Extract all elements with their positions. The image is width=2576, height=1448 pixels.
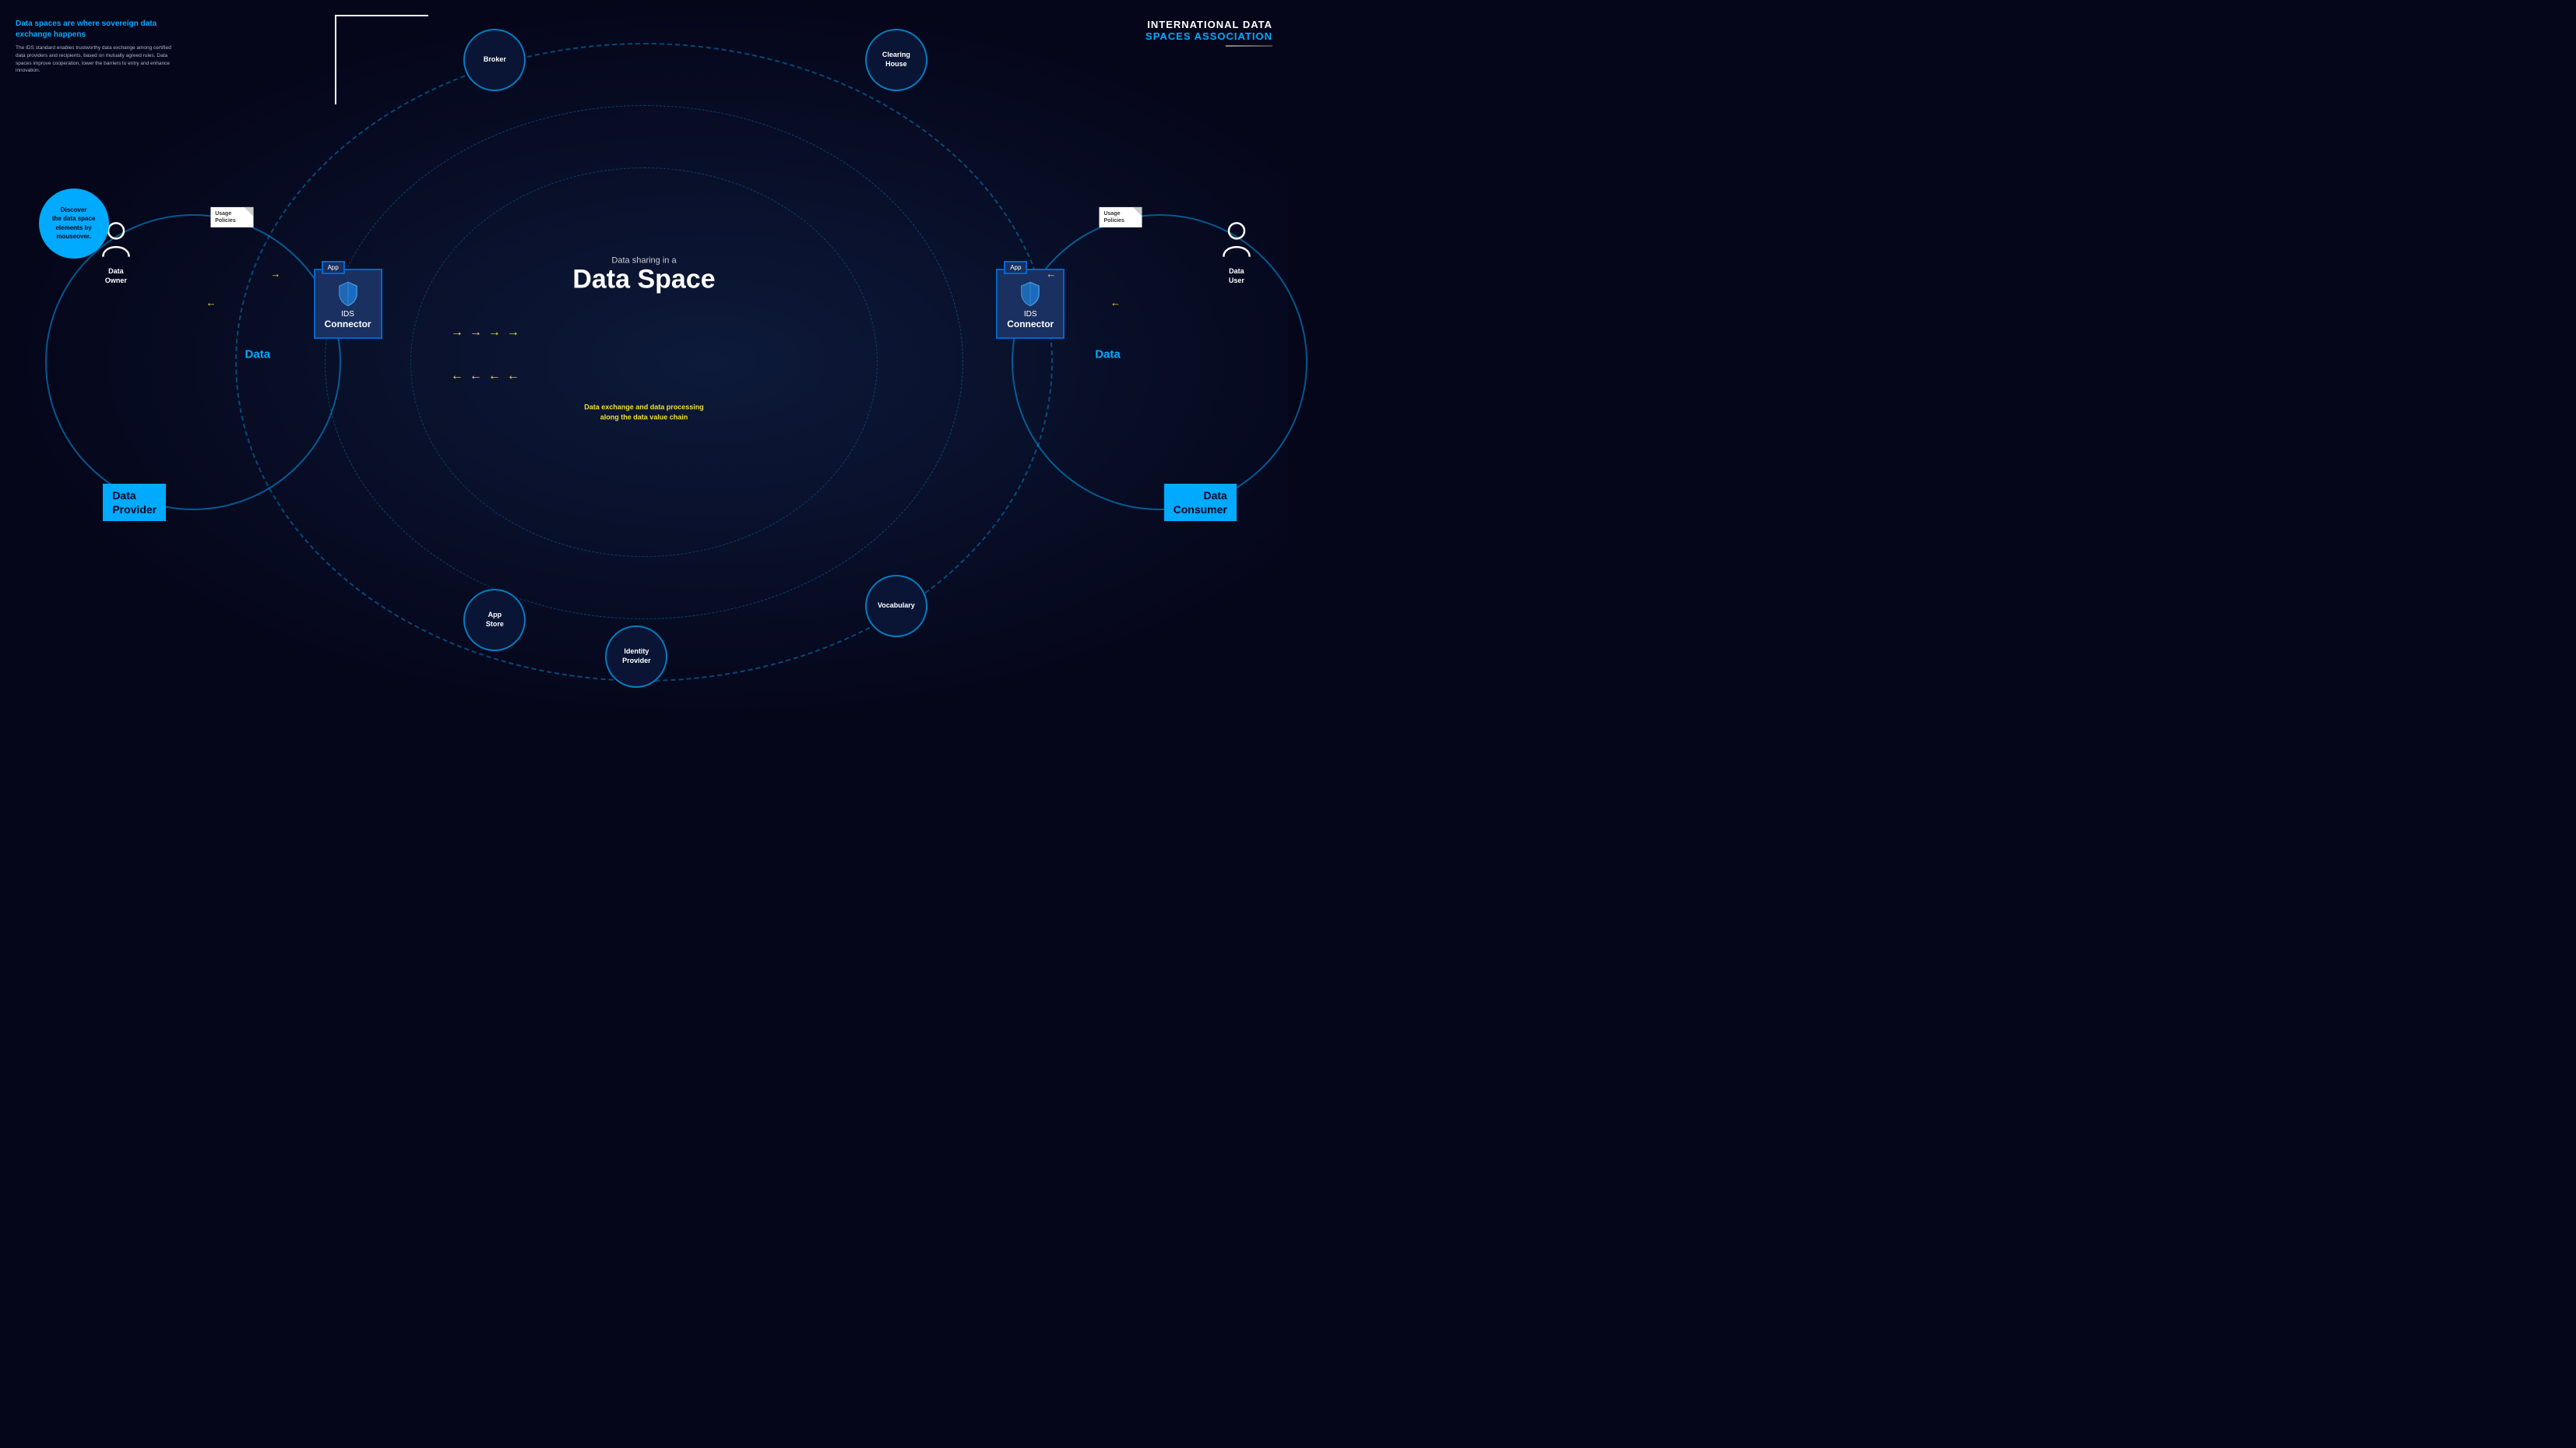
- logo-divider: [1226, 45, 1272, 47]
- connector-subtitle-left: Connector: [325, 319, 371, 329]
- top-left-text: Data spaces are where sovereign data exc…: [16, 19, 171, 75]
- data-exchange-label: Data exchange and data processing along …: [584, 402, 704, 423]
- center-title: Data Space: [572, 265, 715, 294]
- app-store-node[interactable]: App Store: [463, 589, 526, 651]
- data-label-left: Data: [245, 348, 271, 361]
- identity-provider-node[interactable]: Identity Provider: [605, 625, 667, 688]
- app-badge-right: App: [1004, 261, 1027, 274]
- policy-arrow-right-left: ←: [1046, 268, 1056, 280]
- top-left-title: Data spaces are where sovereign data exc…: [16, 19, 171, 41]
- clearing-house-node[interactable]: Clearing House: [865, 29, 927, 91]
- discover-circle[interactable]: Discover the data space elements by mous…: [39, 188, 109, 259]
- usage-policies-right: Usage Policies: [1099, 207, 1142, 227]
- center-text: Data sharing in a Data Space: [572, 255, 715, 294]
- arrow-right-1: →: [451, 326, 463, 340]
- logo: INTERNATIONAL DATA SPACES ASSOCIATION: [1145, 19, 1272, 47]
- arrows-bottom-row: ← ← ← ←: [451, 369, 519, 383]
- policy-arrow-left-left: ←: [206, 297, 216, 308]
- vocabulary-node[interactable]: Vocabulary: [865, 575, 927, 637]
- app-badge-left: App: [322, 261, 345, 274]
- shield-icon-right: [1019, 281, 1041, 306]
- shield-icon-left: [337, 281, 359, 306]
- circle-left-provider: [45, 214, 341, 510]
- logo-line2: SPACES ASSOCIATION: [1145, 30, 1272, 42]
- arrow-right-4: →: [507, 326, 519, 340]
- connector-title-left: IDS: [325, 310, 371, 319]
- connector-subtitle-right: Connector: [1007, 319, 1054, 329]
- ellipse-inner: [410, 167, 878, 557]
- data-user-label: Data User: [1217, 267, 1256, 285]
- usage-policies-left: Usage Policies: [210, 207, 253, 227]
- connector-title-right: IDS: [1007, 310, 1054, 319]
- policy-arrow-left-right: →: [270, 268, 280, 280]
- arrow-left-3: ←: [488, 369, 501, 383]
- arrow-left-4: ←: [507, 369, 519, 383]
- arrow-right-2: →: [470, 326, 482, 340]
- data-provider-label: Data Provider: [103, 484, 166, 521]
- circle-right-consumer: [1012, 214, 1307, 510]
- data-owner-label: Data Owner: [97, 267, 135, 285]
- logo-line1: INTERNATIONAL DATA: [1145, 19, 1272, 30]
- arrow-left-1: ←: [451, 369, 463, 383]
- data-label-right: Data: [1095, 348, 1121, 361]
- top-left-body: The IDS standard enables trustworthy dat…: [16, 44, 171, 75]
- arrow-left-2: ←: [470, 369, 482, 383]
- arrows-top-row: → → → →: [451, 326, 519, 340]
- diagram-container: Data sharing in a Data Space Data exchan…: [0, 0, 1288, 724]
- person-icon-user: [1217, 221, 1256, 260]
- policy-arrow-right-right: ←: [1110, 297, 1121, 308]
- arrow-right-3: →: [488, 326, 501, 340]
- data-consumer-label: Data Consumer: [1164, 484, 1237, 521]
- ids-connector-left[interactable]: App IDS Connector: [314, 269, 382, 339]
- data-user-person[interactable]: Data User: [1217, 221, 1256, 285]
- top-left-box-outline: [335, 15, 428, 104]
